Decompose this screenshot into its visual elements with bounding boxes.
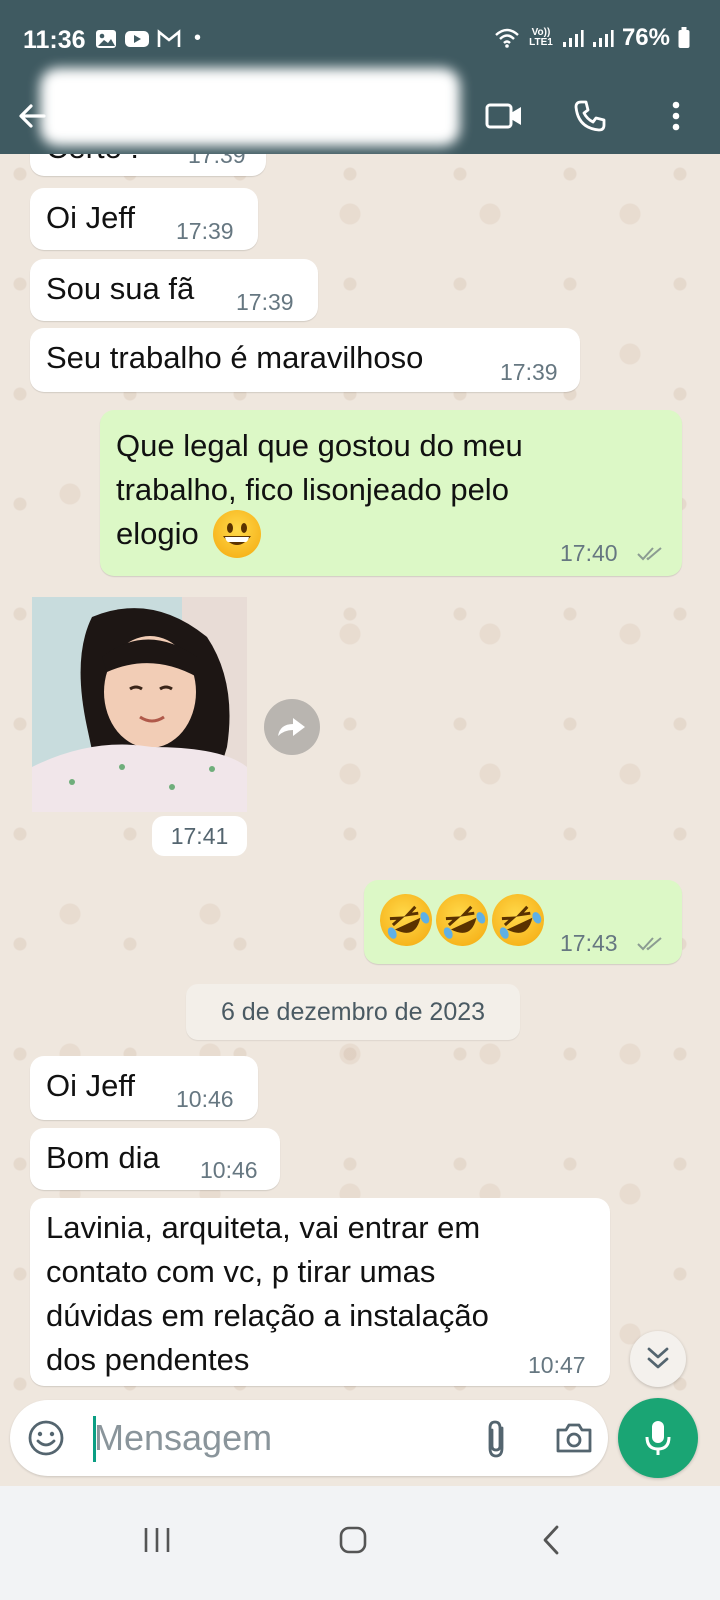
message-time: 17:39 [236, 289, 294, 315]
message-line: contato com vc, p tirar umas [46, 1254, 436, 1289]
video-call-button[interactable] [484, 94, 524, 138]
outgoing-message[interactable]: Que legal que gostou do meu trabalho, fi… [100, 410, 682, 576]
message-text: Que legal que gostou do meu trabalho, fi… [116, 424, 523, 560]
status-time: 11:36 [23, 26, 86, 54]
message-time: 17:43 [560, 930, 618, 956]
home-button[interactable] [318, 1510, 388, 1570]
incoming-message[interactable]: Oi Jeff 10:46 [30, 1056, 258, 1120]
battery-level: 76% [621, 24, 670, 51]
gallery-icon [96, 29, 116, 48]
message-text: Certo ! [46, 154, 139, 166]
home-icon [339, 1526, 367, 1554]
more-options-icon [672, 101, 680, 131]
mic-icon [645, 1421, 671, 1455]
message-line: Que legal que gostou do meu [116, 428, 523, 463]
battery-icon [678, 27, 690, 48]
message-text: Seu trabalho é maravilhoso [46, 340, 424, 375]
message-composer [10, 1400, 608, 1476]
youtube-icon [125, 30, 149, 47]
message-time: 17:40 [560, 540, 618, 566]
incoming-message[interactable]: Certo ! 17:39 [30, 154, 266, 176]
voice-message-button[interactable] [618, 1398, 698, 1478]
rolling-on-floor-laughing-emoji [371, 885, 441, 955]
rolling-on-floor-laughing-emoji [427, 885, 497, 955]
system-navigation-bar [0, 1486, 720, 1600]
message-text: Oi Jeff [46, 200, 136, 235]
emoji-icon[interactable] [26, 1418, 66, 1458]
outgoing-message[interactable]: 17:43 [364, 880, 682, 964]
network-label: Vo)) LTE1 [529, 27, 553, 48]
read-ticks-icon [637, 547, 662, 561]
chat-header [0, 68, 720, 154]
signal-icon [562, 30, 584, 47]
camera-icon[interactable] [554, 1418, 594, 1458]
back-nav-button[interactable] [516, 1510, 586, 1570]
message-line-text: elogio [116, 516, 199, 552]
system-icons: Vo)) LTE1 76% [494, 24, 690, 52]
signal-icon [592, 30, 614, 47]
more-options-button[interactable] [656, 94, 696, 138]
photo-image [32, 597, 247, 812]
emoji-row [371, 885, 553, 955]
status-more-dot: • [194, 27, 202, 49]
chat-messages[interactable]: Certo ! 17:39 Oi Jeff 17:39 Sou sua fã 1… [0, 154, 720, 1396]
incoming-message[interactable]: Seu trabalho é maravilhoso 17:39 [30, 328, 580, 392]
date-separator: 6 de dezembro de 2023 [186, 984, 520, 1040]
message-text: Lavinia, arquiteta, vai entrar em contat… [46, 1206, 489, 1382]
incoming-message[interactable]: Oi Jeff 17:39 [30, 188, 258, 250]
gmail-icon [157, 28, 181, 47]
forward-button[interactable] [264, 699, 320, 755]
message-text: Bom dia [46, 1140, 160, 1175]
voice-call-button[interactable] [570, 94, 610, 138]
message-input[interactable] [94, 1412, 454, 1464]
incoming-message[interactable]: Lavinia, arquiteta, vai entrar em contat… [30, 1198, 610, 1386]
message-time: 17:39 [188, 154, 246, 168]
notification-icons: • [95, 27, 201, 50]
recent-apps-button[interactable] [122, 1510, 192, 1570]
message-line: Lavinia, arquiteta, vai entrar em [46, 1210, 481, 1245]
video-call-icon [485, 103, 521, 129]
grinning-face-emoji [213, 510, 262, 558]
rolling-on-floor-laughing-emoji [483, 885, 553, 955]
message-line: elogio [116, 510, 523, 560]
incoming-message[interactable]: Sou sua fã 17:39 [30, 259, 318, 321]
wifi-icon [495, 28, 519, 48]
message-time: 10:46 [176, 1086, 234, 1112]
back-chevron-icon [543, 1525, 559, 1555]
double-chevron-down-icon [647, 1347, 669, 1369]
message-line: dúvidas em relação a instalação [46, 1298, 489, 1333]
attach-icon[interactable] [476, 1418, 516, 1460]
message-time: 10:46 [200, 1157, 258, 1183]
scroll-to-bottom-button[interactable] [630, 1331, 686, 1387]
message-text: Sou sua fã [46, 271, 195, 306]
contact-name-redacted[interactable] [40, 68, 460, 146]
incoming-message[interactable]: Bom dia 10:46 [30, 1128, 280, 1190]
photo-time: 17:41 [152, 816, 247, 856]
read-ticks-icon [637, 937, 662, 951]
recent-apps-icon [144, 1528, 170, 1552]
photo-message[interactable] [32, 597, 247, 812]
phone-call-icon [574, 100, 606, 132]
header-actions [484, 94, 696, 138]
forward-icon [278, 718, 305, 736]
message-line: trabalho, fico lisonjeado pelo [116, 472, 509, 507]
message-text: Oi Jeff [46, 1068, 136, 1103]
message-time: 10:47 [528, 1352, 586, 1378]
message-line: dos pendentes [46, 1342, 250, 1377]
message-time: 17:39 [500, 359, 558, 385]
message-time: 17:39 [176, 218, 234, 244]
